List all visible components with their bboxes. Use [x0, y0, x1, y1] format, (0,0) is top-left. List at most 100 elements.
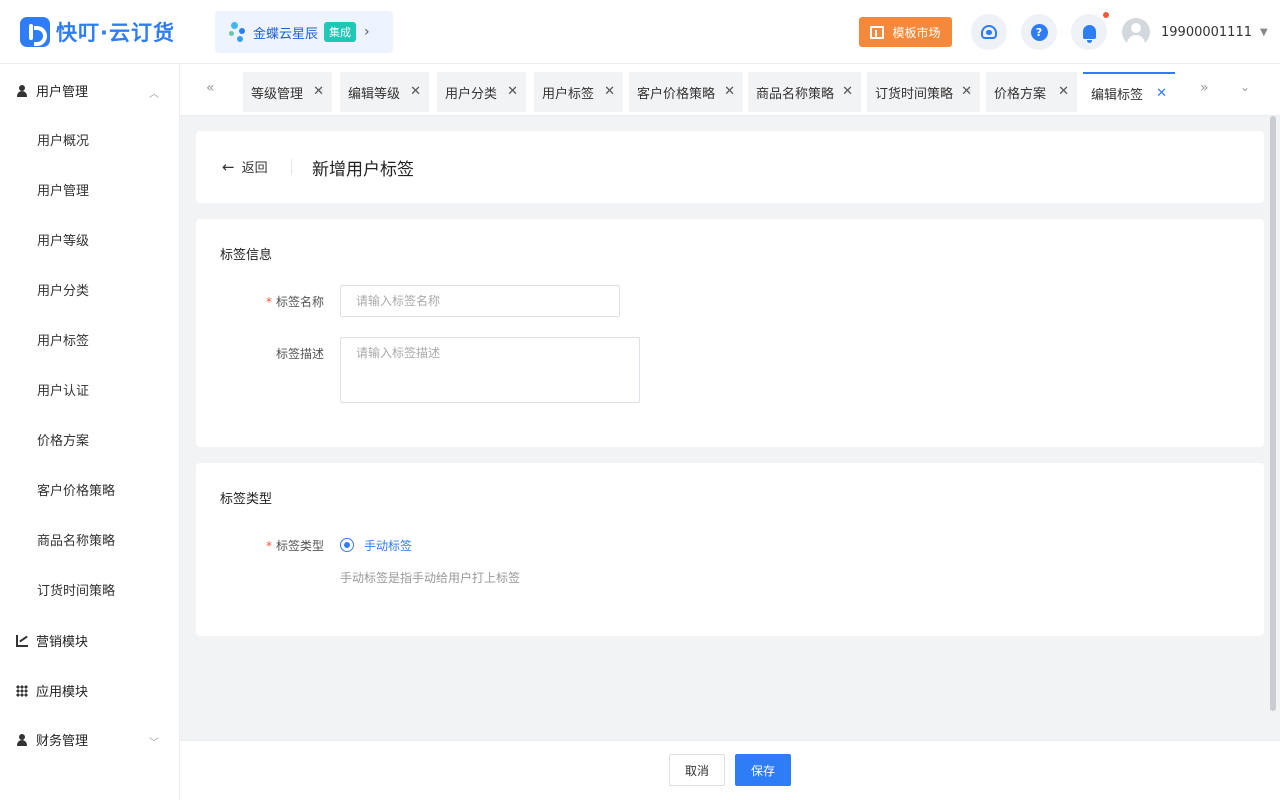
app-logo[interactable]: 快叮·云订货 — [20, 17, 175, 47]
tabs-dropdown-icon[interactable]: ⌄ — [1240, 80, 1250, 94]
tag-name-input[interactable] — [340, 285, 620, 317]
close-icon[interactable]: ✕ — [961, 84, 972, 99]
save-button[interactable]: 保存 — [735, 754, 791, 786]
close-icon[interactable]: ✕ — [724, 84, 735, 99]
tab-edit-level[interactable]: 编辑等级 ✕ — [340, 72, 429, 112]
kingdee-icon — [229, 22, 249, 42]
tag-name-label-text: 标签名称 — [275, 295, 324, 309]
page-title: 新增用户标签 — [312, 160, 414, 180]
sidebar-group-label: 用户管理 — [36, 85, 89, 100]
template-icon — [870, 25, 885, 39]
user-menu[interactable]: 19900001111 ▼ — [1122, 18, 1268, 46]
arrow-left-icon: ← — [222, 157, 235, 176]
finance-icon — [16, 733, 28, 746]
kingdee-integration-link[interactable]: 金蝶云星辰 集成 › — [215, 11, 393, 53]
sidebar-item-customer-price-strategy[interactable]: 客户价格策略 — [37, 480, 115, 499]
tabs-scroll-right-icon[interactable]: » — [1200, 80, 1209, 96]
sidebar-item-user-management[interactable]: 用户管理 — [37, 180, 89, 199]
tab-label: 等级管理 — [251, 86, 304, 102]
tab-price-plan[interactable]: 价格方案 ✕ — [986, 72, 1077, 112]
top-header: 快叮·云订货 金蝶云星辰 集成 › 模板市场 ? 19900001111 ▼ — [0, 0, 1280, 64]
tab-label: 订货时间策略 — [875, 86, 954, 102]
tab-label: 编辑标签 — [1091, 87, 1144, 103]
close-icon[interactable]: ✕ — [313, 84, 324, 99]
tag-info-section-title: 标签信息 — [220, 248, 273, 263]
sidebar-group-apps[interactable]: 应用模块 — [16, 681, 88, 700]
required-mark: * — [265, 295, 272, 309]
logo-icon — [20, 17, 50, 47]
footer-bar — [180, 740, 1280, 800]
bell-icon — [1082, 25, 1096, 43]
divider — [291, 159, 292, 175]
manual-tag-radio[interactable] — [340, 538, 354, 552]
tag-desc-textarea[interactable] — [340, 337, 640, 403]
sidebar-group-user-management[interactable]: 用户管理 — [16, 81, 88, 100]
close-icon[interactable]: ✕ — [604, 84, 615, 99]
tag-type-label: * 标签类型 — [234, 537, 324, 554]
tab-label: 价格方案 — [994, 86, 1047, 102]
sidebar-item-user-category[interactable]: 用户分类 — [37, 280, 89, 299]
tabs-scroll-left-icon[interactable]: « — [206, 80, 215, 96]
back-label: 返回 — [241, 161, 268, 176]
content-scrollbar[interactable] — [1270, 116, 1276, 711]
notifications-button[interactable] — [1071, 14, 1107, 50]
chevron-right-icon: › — [364, 24, 370, 40]
tab-label: 编辑等级 — [348, 86, 401, 102]
tab-edit-tag[interactable]: 编辑标签 ✕ — [1083, 72, 1175, 112]
close-icon[interactable]: ✕ — [1156, 86, 1167, 101]
close-icon[interactable]: ✕ — [507, 84, 518, 99]
tab-label: 用户标签 — [542, 86, 595, 102]
chevron-down-icon: ▼ — [1259, 26, 1268, 38]
tab-order-time-strategy[interactable]: 订货时间策略 ✕ — [867, 72, 980, 112]
required-mark: * — [265, 539, 272, 553]
tag-type-section-title: 标签类型 — [220, 492, 273, 507]
chart-icon — [16, 634, 28, 647]
tab-customer-price-strategy[interactable]: 客户价格策略 ✕ — [629, 72, 743, 112]
logo-text: 快叮·云订货 — [56, 21, 175, 45]
tag-type-label-text: 标签类型 — [275, 539, 324, 553]
back-button[interactable]: ← 返回 — [222, 157, 268, 177]
sidebar-group-finance[interactable]: 财务管理 — [16, 730, 88, 749]
username: 19900001111 — [1161, 24, 1252, 40]
sidebar-group-label: 财务管理 — [36, 734, 89, 749]
close-icon[interactable]: ✕ — [410, 84, 421, 99]
tabs-bar: « 等级管理 ✕ 编辑等级 ✕ 用户分类 ✕ 用户标签 ✕ 客户价格策略 ✕ 商品名称策略… — [180, 64, 1280, 116]
tag-name-label: * 标签名称 — [234, 293, 324, 310]
manual-tag-radio-label[interactable]: 手动标签 — [364, 537, 412, 554]
tag-info-card — [196, 219, 1264, 447]
grid-icon — [16, 684, 28, 697]
tab-user-category[interactable]: 用户分类 ✕ — [437, 72, 526, 112]
sidebar-item-user-overview[interactable]: 用户概况 — [37, 130, 89, 149]
avatar — [1122, 18, 1150, 46]
chevron-down-icon[interactable]: ﹀ — [149, 734, 159, 749]
sidebar-item-user-verification[interactable]: 用户认证 — [37, 380, 89, 399]
sidebar-item-user-tag[interactable]: 用户标签 — [37, 330, 89, 349]
tag-type-hint: 手动标签是指手动给用户打上标签 — [340, 571, 521, 585]
tab-product-name-strategy[interactable]: 商品名称策略 ✕ — [748, 72, 861, 112]
sidebar-group-label: 应用模块 — [36, 685, 89, 700]
tab-level-management[interactable]: 等级管理 ✕ — [243, 72, 332, 112]
sidebar-group-marketing[interactable]: 营销模块 — [16, 631, 88, 650]
cancel-button[interactable]: 取消 — [669, 754, 725, 786]
sidebar-item-price-plan[interactable]: 价格方案 — [37, 430, 89, 449]
tab-user-tag[interactable]: 用户标签 ✕ — [534, 72, 623, 112]
tab-label: 用户分类 — [445, 86, 498, 102]
close-icon[interactable]: ✕ — [842, 84, 853, 99]
sidebar-item-product-name-strategy[interactable]: 商品名称策略 — [37, 530, 115, 549]
integration-badge: 集成 — [324, 22, 357, 42]
sidebar-group-label: 营销模块 — [36, 635, 89, 650]
close-icon[interactable]: ✕ — [1058, 84, 1069, 99]
tag-desc-label-text: 标签描述 — [275, 347, 324, 361]
sidebar: 用户管理 ︿ 用户概况 用户管理 用户等级 用户分类 用户标签 用户认证 价格方… — [0, 64, 180, 800]
tab-label: 客户价格策略 — [637, 86, 716, 102]
kingdee-label: 金蝶云星辰 — [253, 26, 319, 42]
help-button[interactable]: ? — [1021, 14, 1057, 50]
customer-service-button[interactable] — [971, 14, 1007, 50]
sidebar-item-user-level[interactable]: 用户等级 — [37, 230, 89, 249]
tag-type-card — [196, 463, 1264, 636]
tab-label: 商品名称策略 — [756, 86, 835, 102]
template-market-button[interactable]: 模板市场 — [859, 17, 952, 47]
chevron-up-icon[interactable]: ︿ — [149, 85, 159, 100]
sidebar-item-order-time-strategy[interactable]: 订货时间策略 — [37, 580, 115, 599]
notification-dot — [1103, 12, 1109, 18]
